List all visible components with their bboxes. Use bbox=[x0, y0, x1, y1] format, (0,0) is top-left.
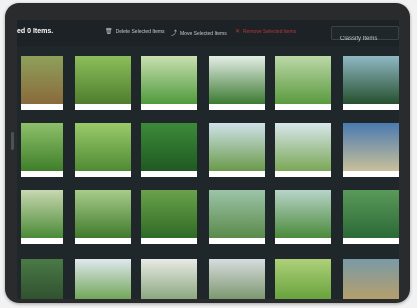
photo-thumbnail bbox=[209, 190, 265, 238]
photo-thumbnail bbox=[141, 56, 197, 104]
gallery-image-dark-field-rows[interactable] bbox=[21, 259, 63, 299]
photo-thumbnail bbox=[141, 123, 197, 171]
gallery-image-leafy-plants[interactable] bbox=[75, 56, 131, 110]
gallery-image-tall-grass[interactable] bbox=[21, 123, 63, 177]
photo-thumbnail bbox=[209, 56, 265, 104]
side-handle bbox=[11, 132, 14, 150]
close-icon: ✕ bbox=[235, 29, 241, 35]
gallery-image-vegetable-patch[interactable] bbox=[75, 123, 131, 177]
gallery-image-dark-crop-rows[interactable] bbox=[343, 56, 399, 110]
gallery-image-wheat-ears[interactable] bbox=[275, 123, 331, 177]
photo-thumbnail bbox=[75, 259, 131, 299]
photo-thumbnail bbox=[141, 190, 197, 238]
remove-selected-button[interactable]: ✕ Remove Selected Items bbox=[235, 28, 296, 35]
image-gallery bbox=[17, 20, 399, 299]
photo-thumbnail bbox=[21, 123, 63, 171]
gallery-image-wheat-stalks[interactable] bbox=[209, 123, 265, 177]
move-icon: ⤴ bbox=[171, 31, 178, 37]
tablet-frame: ed 0 Items. 🗑 Delete Selected Items ⤴ Move… bbox=[5, 3, 410, 303]
toolbar: ed 0 Items. 🗑 Delete Selected Items ⤴ Move… bbox=[17, 20, 399, 46]
photo-thumbnail bbox=[21, 56, 63, 104]
photo-thumbnail bbox=[21, 190, 63, 238]
photo-thumbnail bbox=[75, 190, 131, 238]
gallery-image-cabbage-leaves[interactable] bbox=[343, 190, 399, 244]
gallery-image-evening-field[interactable] bbox=[343, 259, 399, 299]
photo-thumbnail bbox=[21, 259, 63, 299]
gallery-image-lush-field[interactable] bbox=[75, 190, 131, 244]
photo-thumbnail bbox=[275, 56, 331, 104]
photo-thumbnail bbox=[343, 190, 399, 238]
delete-selected-label: Delete Selected Items bbox=[115, 29, 165, 35]
photo-thumbnail bbox=[75, 56, 131, 104]
photo-thumbnail bbox=[141, 259, 197, 299]
remove-selected-label: Remove Selected Items bbox=[243, 29, 297, 35]
gallery-image-greenhouse-rows[interactable] bbox=[141, 259, 197, 299]
photo-thumbnail bbox=[75, 123, 131, 171]
photo-thumbnail bbox=[275, 123, 331, 171]
classify-search-input[interactable] bbox=[332, 33, 398, 45]
photo-thumbnail bbox=[343, 123, 399, 171]
gallery-image-green-field-horizon[interactable] bbox=[209, 56, 265, 110]
gallery-image-terraced-hills[interactable] bbox=[209, 190, 265, 244]
gallery-image-greenhouse-interior[interactable] bbox=[209, 259, 265, 299]
move-selected-label: Move Selected Items bbox=[180, 31, 227, 37]
move-selected-button[interactable]: ⤴ Move Selected Items bbox=[171, 28, 227, 37]
photo-thumbnail bbox=[209, 123, 265, 171]
gallery-image-green-leaves-closeup[interactable] bbox=[141, 123, 197, 177]
search-box bbox=[331, 26, 399, 45]
photo-thumbnail bbox=[343, 56, 399, 104]
gallery-image-field-rows-light[interactable] bbox=[21, 190, 63, 244]
gallery-image-field-under-sky[interactable] bbox=[75, 259, 131, 299]
app-screen: ed 0 Items. 🗑 Delete Selected Items ⤴ Move… bbox=[17, 20, 399, 299]
gallery-image-bright-crops[interactable] bbox=[275, 259, 331, 299]
gallery-image-soil-seedlings[interactable] bbox=[21, 56, 63, 110]
photo-thumbnail bbox=[209, 259, 265, 299]
gallery-image-green-meadow[interactable] bbox=[275, 56, 331, 110]
photo-thumbnail bbox=[275, 190, 331, 238]
gallery-image-tea-plantation[interactable] bbox=[275, 190, 331, 244]
photo-thumbnail bbox=[343, 259, 399, 299]
photo-thumbnail bbox=[275, 259, 331, 299]
gallery-image-sky-and-grass[interactable] bbox=[343, 123, 399, 177]
gallery-image-crop-rows-field[interactable] bbox=[141, 56, 197, 110]
gallery-image-shrub-closeup[interactable] bbox=[141, 190, 197, 244]
delete-selected-button[interactable]: 🗑 Delete Selected Items bbox=[105, 28, 165, 35]
selection-count-title: ed 0 Items. bbox=[17, 28, 54, 35]
trash-icon: 🗑 bbox=[105, 29, 113, 35]
